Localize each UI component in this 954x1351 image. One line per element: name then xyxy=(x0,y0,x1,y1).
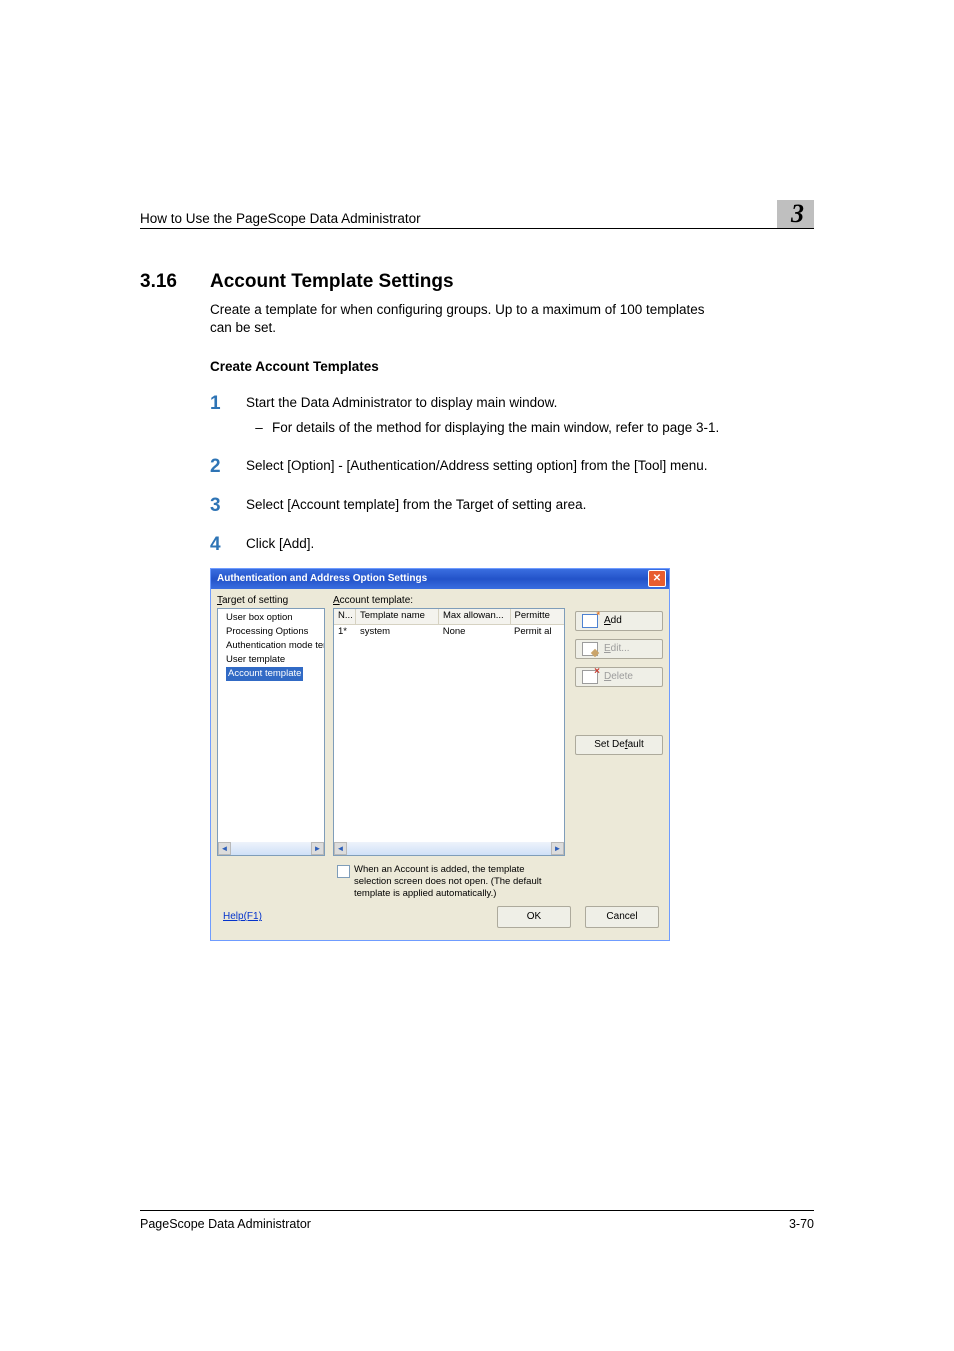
set-default-button[interactable]: Set Default xyxy=(575,735,663,755)
edit-icon xyxy=(582,642,598,656)
section-number: 3.16 xyxy=(140,271,210,293)
column-header[interactable]: Permitte xyxy=(511,609,565,624)
dialog-window: Authentication and Address Option Settin… xyxy=(210,568,670,941)
tree-view[interactable]: User box option Processing Options Authe… xyxy=(217,608,325,856)
step-number: 4 xyxy=(210,535,246,554)
step-number: 2 xyxy=(210,457,246,476)
horizontal-scrollbar[interactable]: ◄ ► xyxy=(218,842,324,855)
table-cell: system xyxy=(356,625,439,639)
section-subheading: Create Account Templates xyxy=(210,359,814,374)
checkbox-label: When an Account is added, the template s… xyxy=(354,864,663,900)
delete-button[interactable]: Delete xyxy=(575,667,663,687)
ok-button[interactable]: OK xyxy=(497,906,571,928)
scroll-right-icon[interactable]: ► xyxy=(551,842,564,855)
chapter-number: 3 xyxy=(777,200,814,228)
footer-page-number: 3-70 xyxy=(789,1217,814,1231)
step-subtext: For details of the method for displaying… xyxy=(272,419,719,437)
dialog-titlebar[interactable]: Authentication and Address Option Settin… xyxy=(211,569,669,589)
tree-item[interactable]: Processing Options xyxy=(220,625,325,639)
auto-apply-template-checkbox[interactable] xyxy=(337,865,350,878)
step-text: Select [Account template] from the Targe… xyxy=(246,496,750,515)
cancel-button[interactable]: Cancel xyxy=(585,906,659,928)
add-icon xyxy=(582,614,598,628)
help-link[interactable]: Help(F1) xyxy=(223,911,262,922)
edit-button[interactable]: Edit... xyxy=(575,639,663,659)
table-cell: 1* xyxy=(334,625,356,639)
tree-label: Target of setting xyxy=(217,595,325,606)
listview-label: Account template: xyxy=(333,595,565,606)
column-header[interactable]: Max allowan... xyxy=(439,609,511,624)
step-text: Select [Option] - [Authentication/Addres… xyxy=(246,457,750,476)
scroll-right-icon[interactable]: ► xyxy=(311,842,324,855)
account-template-listview[interactable]: N... Template name Max allowan... Permit… xyxy=(333,608,565,856)
table-cell: Permit al xyxy=(510,625,564,639)
tree-item-selected[interactable]: Account template xyxy=(226,667,303,681)
footer-product: PageScope Data Administrator xyxy=(140,1217,311,1231)
tree-item[interactable]: User box option xyxy=(220,611,325,625)
running-header: How to Use the PageScope Data Administra… xyxy=(140,211,421,226)
scroll-left-icon[interactable]: ◄ xyxy=(334,842,347,855)
horizontal-scrollbar[interactable]: ◄ ► xyxy=(334,842,564,855)
tree-item[interactable]: User template xyxy=(220,653,325,667)
column-header[interactable]: N... xyxy=(334,609,356,624)
column-header[interactable]: Template name xyxy=(356,609,439,624)
step-text: Click [Add]. xyxy=(246,535,750,554)
scroll-left-icon[interactable]: ◄ xyxy=(218,842,231,855)
step-number: 3 xyxy=(210,496,246,515)
table-row[interactable]: 1* system None Permit al xyxy=(334,625,564,639)
tree-item[interactable]: Authentication mode tem xyxy=(220,639,325,653)
dash-bullet: – xyxy=(246,419,272,437)
section-title: Account Template Settings xyxy=(210,271,454,293)
dialog-title: Authentication and Address Option Settin… xyxy=(217,573,427,584)
delete-icon xyxy=(582,670,598,684)
section-intro: Create a template for when configuring g… xyxy=(210,301,730,337)
add-button[interactable]: Add xyxy=(575,611,663,631)
step-text: Start the Data Administrator to display … xyxy=(246,395,557,410)
table-cell: None xyxy=(439,625,510,639)
step-number: 1 xyxy=(210,394,246,436)
close-icon[interactable]: ✕ xyxy=(648,570,666,587)
